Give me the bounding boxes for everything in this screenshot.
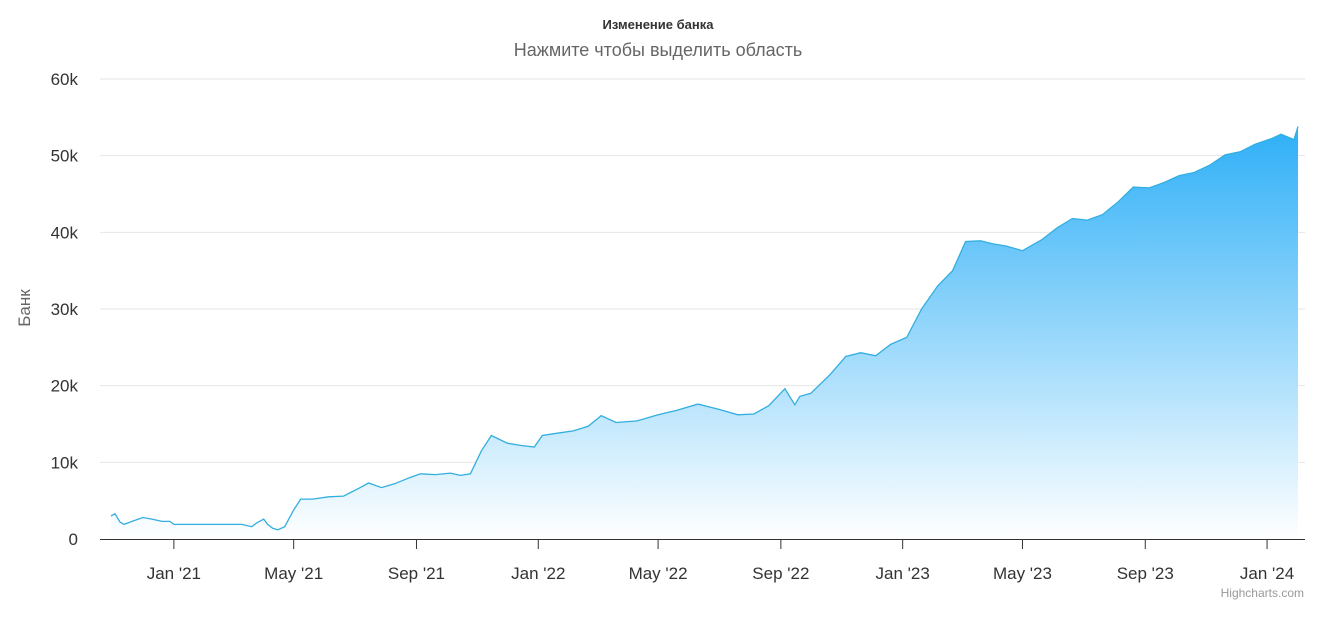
series-area[interactable] [111, 126, 1298, 540]
x-tick-label: Jan '22 [511, 564, 565, 583]
y-tick-label: 20k [51, 377, 79, 396]
y-axis-title: Банк [15, 289, 34, 327]
x-tick-label: May '22 [629, 564, 688, 583]
y-axis-labels: 0 10k 20k 30k 40k 50k 60k [51, 70, 79, 549]
y-tick-label: 30k [51, 300, 79, 319]
credits-link[interactable]: Highcharts.com [1221, 586, 1304, 600]
x-tick-label: Sep '23 [1117, 564, 1174, 583]
y-tick-label: 0 [69, 530, 78, 549]
x-tick-label: Jan '24 [1240, 564, 1294, 583]
x-tick-label: Sep '21 [388, 564, 445, 583]
x-axis-labels: Jan '21 May '21 Sep '21 Jan '22 May '22 Sep '… [147, 564, 1294, 583]
y-tick-label: 50k [51, 147, 79, 166]
chart-svg: Изменение банка Нажмите чтобы выделить о… [15, 17, 1305, 600]
x-axis-ticks [173, 539, 1268, 549]
y-tick-label: 60k [51, 70, 79, 89]
chart-subtitle[interactable]: Нажмите чтобы выделить область [514, 40, 802, 60]
x-tick-label: Sep '22 [752, 564, 809, 583]
chart-title: Изменение банка [603, 17, 715, 32]
x-tick-label: Jan '21 [147, 564, 201, 583]
x-tick-label: May '23 [993, 564, 1052, 583]
x-tick-label: Jan '23 [876, 564, 930, 583]
y-tick-label: 10k [51, 453, 79, 472]
y-tick-label: 40k [51, 223, 79, 242]
x-tick-label: May '21 [264, 564, 323, 583]
